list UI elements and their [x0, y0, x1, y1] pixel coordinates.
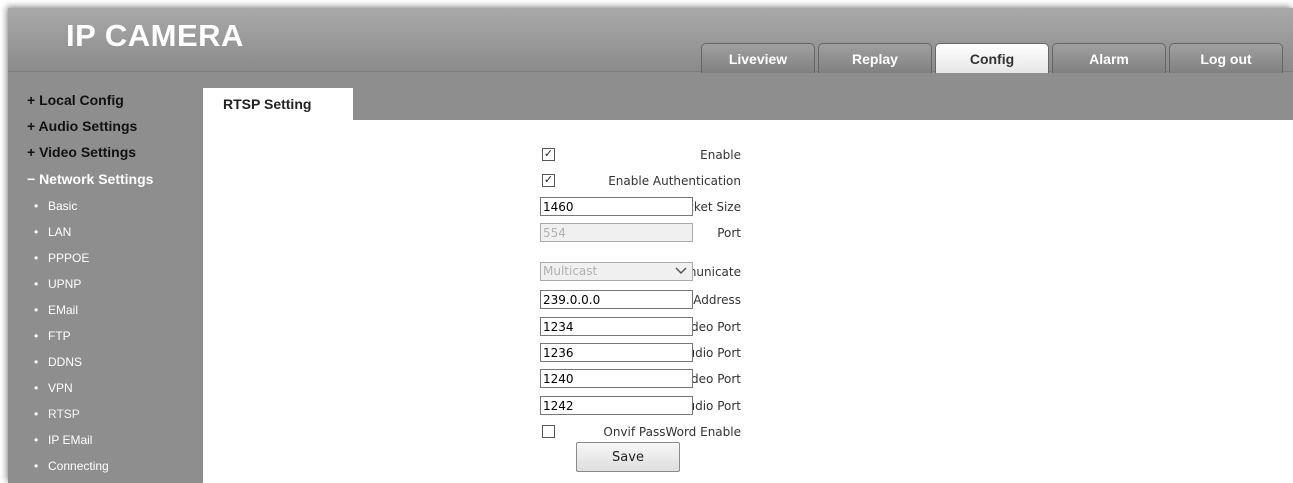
sidebar-item-connecting[interactable]: • Connecting — [34, 459, 109, 473]
sidebar-item-pppoe[interactable]: • PPPOE — [34, 251, 89, 265]
app-frame: IP CAMERA Liveview Replay Config Alarm L… — [8, 8, 1293, 483]
sidebar-item-network-settings[interactable]: − Network Settings — [27, 171, 153, 187]
tab-replay[interactable]: Replay — [818, 43, 932, 73]
tab-alarm[interactable]: Alarm — [1052, 43, 1166, 73]
sidebar-item-ddns[interactable]: • DDNS — [34, 355, 82, 369]
communicate-value: Multicast — [543, 264, 598, 278]
bullet-icon: • — [34, 459, 39, 473]
sub-video-port-row: Sub Stream Multicast Video Port — [203, 369, 903, 389]
header-bar: IP CAMERA Liveview Replay Config Alarm L… — [8, 8, 1293, 73]
enable-row: Enable ✓ — [203, 145, 903, 165]
packet-size-input[interactable] — [540, 197, 693, 216]
sidebar-item-basic[interactable]: • Basic — [34, 199, 77, 213]
packet-size-row: Packet Size — [203, 197, 903, 217]
checkmark-icon: ✓ — [543, 174, 554, 186]
bullet-icon: • — [34, 329, 39, 343]
tab-log-out[interactable]: Log out — [1169, 43, 1283, 73]
enable-label: Enable — [700, 148, 741, 162]
enable-auth-label: Enable Authentication — [608, 174, 741, 188]
enable-auth-row: Enable Authentication ✓ — [203, 171, 903, 191]
checkmark-icon: ✓ — [543, 148, 554, 160]
onvif-pw-checkbox[interactable] — [542, 425, 555, 438]
logo: IP CAMERA — [66, 18, 244, 53]
tab-config[interactable]: Config — [935, 43, 1049, 73]
sidebar-item-label: EMail — [48, 303, 79, 317]
main-audio-port-input[interactable] — [540, 343, 693, 362]
sidebar-item-label: DDNS — [48, 355, 83, 369]
port-input — [540, 223, 693, 242]
sidebar-item-video-settings[interactable]: + Video Settings — [27, 144, 136, 160]
sidebar-item-label: FTP — [48, 329, 71, 343]
sidebar-item-label: UPNP — [48, 277, 82, 291]
sidebar-item-ftp[interactable]: • FTP — [34, 329, 71, 343]
sidebar-item-local-config[interactable]: + Local Config — [27, 92, 124, 108]
communicate-select[interactable]: Multicast — [540, 262, 693, 281]
bullet-icon: • — [34, 225, 39, 239]
enable-checkbox[interactable]: ✓ — [542, 148, 555, 161]
config-sidebar: + Local Config + Audio Settings + Video … — [8, 72, 203, 483]
sidebar-item-ip-email[interactable]: • IP EMail — [34, 433, 92, 447]
port-label: Port — [717, 226, 741, 240]
multicast-server-input[interactable] — [540, 290, 693, 309]
save-button[interactable]: Save — [576, 442, 680, 472]
bullet-icon: • — [34, 355, 39, 369]
bullet-icon: • — [34, 199, 39, 213]
bullet-icon: • — [34, 277, 39, 291]
bullet-icon: • — [34, 381, 39, 395]
section-tab-rtsp-setting[interactable]: RTSP Setting — [203, 88, 353, 120]
sidebar-item-label: Basic — [48, 199, 78, 213]
onvif-pw-row: Onvif PassWord Enable — [203, 422, 903, 442]
sidebar-item-upnp[interactable]: • UPNP — [34, 277, 81, 291]
sub-audio-port-row: Sub Stream Multicast Audio Port — [203, 396, 903, 416]
main-video-port-input[interactable] — [540, 317, 693, 336]
multicast-server-row: Multicast Server Address — [203, 290, 903, 310]
communicate-row: Communicate Multicast — [203, 262, 903, 282]
sidebar-item-audio-settings[interactable]: + Audio Settings — [27, 118, 137, 134]
bullet-icon: • — [34, 433, 39, 447]
sidebar-item-vpn[interactable]: • VPN — [34, 381, 73, 395]
sidebar-item-label: PPPOE — [48, 251, 90, 265]
sidebar-item-label: VPN — [48, 381, 73, 395]
tab-liveview[interactable]: Liveview — [701, 43, 815, 73]
sidebar-item-lan[interactable]: • LAN — [34, 225, 71, 239]
main-video-port-row: Main Stream Multicast Video Port — [203, 317, 903, 337]
sidebar-item-label: RTSP — [48, 407, 80, 421]
sidebar-item-email[interactable]: • EMail — [34, 303, 78, 317]
sidebar-item-label: LAN — [48, 225, 72, 239]
sidebar-item-label: IP EMail — [48, 433, 93, 447]
bullet-icon: • — [34, 251, 39, 265]
main-audio-port-row: Main Stream Multicast Audio Port — [203, 343, 903, 363]
port-row: Port — [203, 223, 903, 243]
enable-auth-checkbox[interactable]: ✓ — [542, 174, 555, 187]
sub-audio-port-input[interactable] — [540, 396, 693, 415]
bullet-icon: • — [34, 407, 39, 421]
sidebar-item-label: Connecting — [48, 459, 109, 473]
bullet-icon: • — [34, 303, 39, 317]
rtsp-settings-panel: Enable ✓ Enable Authentication ✓ Packet … — [203, 120, 1293, 483]
sub-video-port-input[interactable] — [540, 369, 693, 388]
onvif-pw-label: Onvif PassWord Enable — [603, 425, 741, 439]
sidebar-item-rtsp[interactable]: • RTSP — [34, 407, 80, 421]
